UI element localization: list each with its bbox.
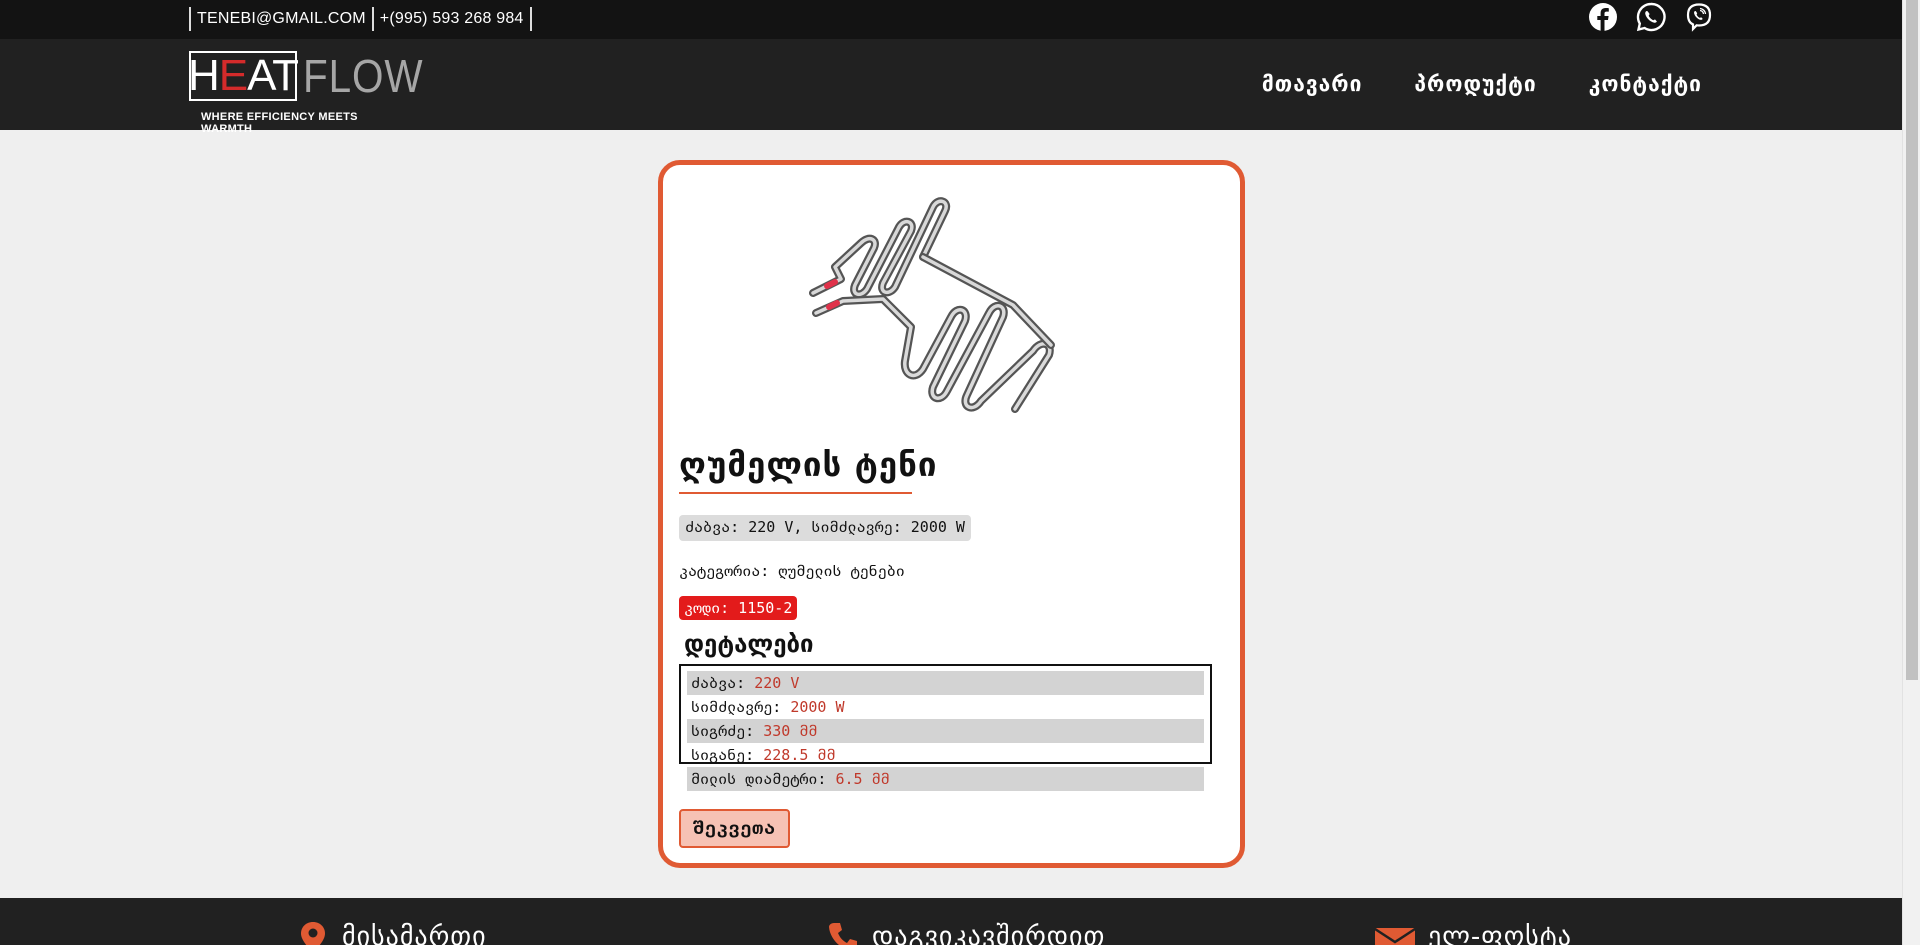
detail-value: 330 მმ xyxy=(763,722,818,740)
logo-letter: H xyxy=(187,51,220,100)
location-pin-icon xyxy=(301,922,325,945)
scrollbar-thumb[interactable] xyxy=(1906,0,1918,680)
viber-icon[interactable] xyxy=(1684,2,1714,32)
product-image xyxy=(809,197,1055,413)
logo-letters: AT xyxy=(247,51,299,100)
footer-contact-label: დაგვიკავშირდით xyxy=(872,922,1106,945)
phone-link[interactable]: +(995) 593 268 984 xyxy=(374,10,530,28)
product-category: კატეგორია: ღუმელის ტენები xyxy=(679,562,905,580)
whatsapp-icon[interactable] xyxy=(1636,2,1666,32)
page-scrollbar[interactable] xyxy=(1902,0,1920,945)
detail-label: სიმძლავრე: xyxy=(691,698,791,716)
footer-address: მისამართი xyxy=(296,920,487,945)
order-button[interactable]: შეკვეთა xyxy=(679,809,790,848)
logo[interactable]: H E AT FLOW WHERE EFFICIENCY MEETS WARMTH xyxy=(187,51,423,135)
spec-summary-badge: ძაბვა: 220 V, სიმძლავრე: 2000 W xyxy=(679,515,971,541)
footer-email-label: ელ-ფოსტა xyxy=(1428,922,1572,945)
phone-icon xyxy=(829,923,857,945)
detail-row-voltage: ძაბვა: 220 V xyxy=(687,671,1204,695)
detail-label: ძაბვა: xyxy=(691,674,755,692)
envelope-icon xyxy=(1374,927,1416,945)
header: H E AT FLOW WHERE EFFICIENCY MEETS WARMTH … xyxy=(0,39,1902,135)
details-table: ძაბვა: 220 V სიმძლავრე: 2000 W სიგრძე: 3… xyxy=(679,664,1212,791)
product-card: ღუმელის ტენი ძაბვა: 220 V, სიმძლავრე: 20… xyxy=(658,160,1245,868)
title-underline xyxy=(679,492,912,494)
divider xyxy=(529,7,532,31)
contact-strip: TENEBI@GMAIL.COM +(995) 593 268 984 xyxy=(189,6,532,32)
footer-address-label: მისამართი xyxy=(342,922,487,945)
footer: მისამართი დაგვიკავშირდით ელ-ფოსტა xyxy=(0,898,1902,945)
logo-heat: H E AT xyxy=(187,51,299,101)
detail-row-tube-diameter: მილის დიამეტრი: 6.5 მმ xyxy=(687,767,1204,791)
product-code-badge: კოდი: 1150-2 xyxy=(679,596,798,620)
social-links xyxy=(1588,2,1714,32)
nav-item-products[interactable]: პროდუქტი xyxy=(1414,72,1536,96)
detail-label: სიგანე: xyxy=(691,746,764,764)
detail-value: 228.5 მმ xyxy=(763,746,836,764)
main-nav: მთავარი პროდუქტი კონტაქტი xyxy=(1262,72,1702,96)
details-heading: დეტალები xyxy=(684,630,814,658)
detail-row-length: სიგრძე: 330 მმ xyxy=(687,719,1204,743)
detail-row-width: სიგანე: 228.5 მმ xyxy=(687,743,1204,767)
detail-value: 2000 W xyxy=(790,698,845,716)
detail-row-power: სიმძლავრე: 2000 W xyxy=(687,695,1204,719)
footer-contact: დაგვიკავშირდით xyxy=(826,920,1105,945)
nav-item-contact[interactable]: კონტაქტი xyxy=(1589,72,1702,96)
detail-value: 220 V xyxy=(754,674,800,692)
logo-letter-accent: E xyxy=(218,51,248,100)
logo-flow: FLOW xyxy=(303,50,424,102)
product-title: ღუმელის ტენი xyxy=(679,445,938,484)
detail-label: სიგრძე: xyxy=(691,722,764,740)
logo-tagline: WHERE EFFICIENCY MEETS WARMTH xyxy=(201,111,358,135)
email-link[interactable]: TENEBI@GMAIL.COM xyxy=(191,10,372,28)
detail-value: 6.5 მმ xyxy=(835,770,890,788)
detail-label: მილის დიამეტრი: xyxy=(691,770,836,788)
top-bar: TENEBI@GMAIL.COM +(995) 593 268 984 xyxy=(0,0,1902,39)
nav-item-home[interactable]: მთავარი xyxy=(1262,72,1363,96)
facebook-icon[interactable] xyxy=(1588,2,1618,32)
footer-email: ელ-ფოსტა xyxy=(1374,920,1572,945)
